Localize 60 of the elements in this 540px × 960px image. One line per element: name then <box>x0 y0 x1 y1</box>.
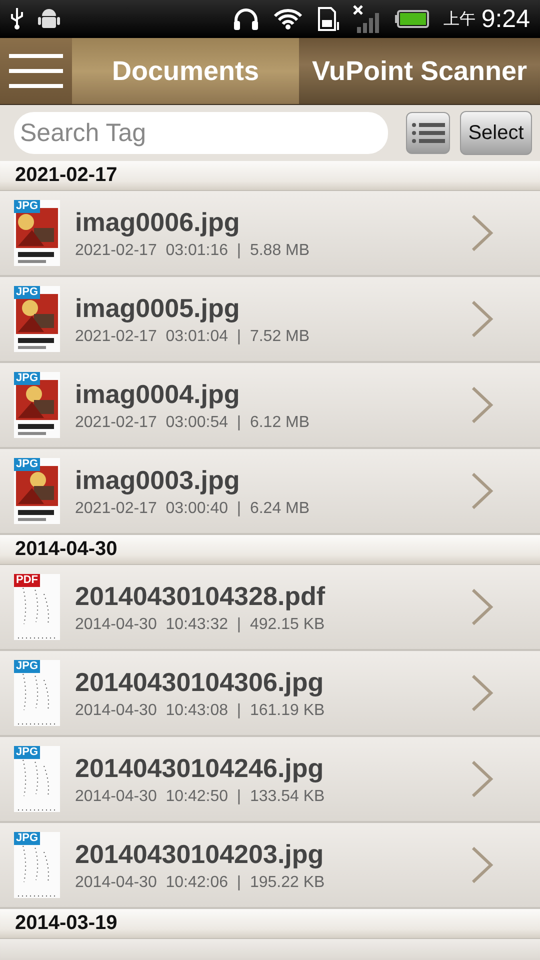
file-details: 2014-04-30 10:43:08 | 161.19 KB <box>75 702 326 720</box>
search-field[interactable]: Search Tag <box>14 112 388 154</box>
list-icon <box>411 121 445 145</box>
file-row[interactable]: JPG imag0006.jpg 2021-02-17 03:01:16 | 5.88 MB <box>0 191 540 277</box>
file-name: imag0004.jpg <box>75 378 241 410</box>
file-name: imag0006.jpg <box>75 206 241 238</box>
sim-card-icon <box>317 6 340 32</box>
file-row[interactable]: JPG imag0005.jpg 2021-02-17 03:01:04 | 7.52 MB <box>0 277 540 363</box>
file-type-badge: JPG <box>14 458 40 471</box>
menu-button[interactable] <box>0 38 72 104</box>
file-type-badge: JPG <box>14 832 40 845</box>
screen-title: Documents <box>72 38 299 104</box>
file-name: 20140430104306.jpg <box>75 666 325 698</box>
file-row[interactable]: JPG 20140430104306.jpg 2014-04-30 10:43:08 | 161.19 KB <box>0 651 540 737</box>
chevron-right-icon <box>470 300 494 338</box>
file-details: 2021-02-17 03:00:54 | 6.12 MB <box>75 414 311 432</box>
android-icon <box>38 7 60 31</box>
file-type-badge: JPG <box>14 372 40 385</box>
signal-icon <box>353 5 382 33</box>
file-type-badge: JPG <box>14 286 40 299</box>
file-details: 2021-02-17 03:00:40 | 6.24 MB <box>75 500 311 518</box>
file-row[interactable]: JPG imag0004.jpg 2021-02-17 03:00:54 | 6.12 MB <box>0 363 540 449</box>
chevron-right-icon <box>470 472 494 510</box>
file-type-badge: JPG <box>14 746 40 759</box>
battery-icon <box>395 10 430 28</box>
file-row[interactable]: JPG 20140430104246.jpg 2014-04-30 10:42:50 | 133.54 KB <box>0 737 540 823</box>
file-type-badge: JPG <box>14 660 40 673</box>
file-details: 2021-02-17 03:01:04 | 7.52 MB <box>75 328 311 346</box>
file-details: 2014-04-30 10:42:06 | 195.22 KB <box>75 874 326 892</box>
menu-icon <box>9 54 63 88</box>
file-details: 2014-04-30 10:43:32 | 492.15 KB <box>75 616 326 634</box>
file-name: imag0005.jpg <box>75 292 241 324</box>
wifi-icon <box>273 8 304 30</box>
file-details: 2021-02-17 03:01:16 | 5.88 MB <box>75 242 311 260</box>
headphones-icon <box>233 8 260 30</box>
chevron-right-icon <box>470 846 494 884</box>
select-button[interactable]: Select <box>460 111 532 155</box>
date-header: 2021-02-17 <box>0 161 540 191</box>
app-title: VuPoint Scanner <box>310 54 528 88</box>
file-row[interactable]: JPG imag0003.jpg 2021-02-17 03:00:40 | 6.24 MB <box>0 449 540 535</box>
chevron-right-icon <box>470 760 494 798</box>
list-view-button[interactable] <box>406 112 450 154</box>
date-header: 2014-03-19 <box>0 909 540 939</box>
file-row[interactable]: PDF 20140430104328.pdf 2014-04-30 10:43:32 | 492.15 KB <box>0 565 540 651</box>
file-details: 2014-04-30 10:42:50 | 133.54 KB <box>75 788 326 806</box>
date-header: 2014-04-30 <box>0 535 540 565</box>
chevron-right-icon <box>470 386 494 424</box>
clock: 9:24 <box>481 4 530 34</box>
chevron-right-icon <box>470 214 494 252</box>
usb-icon <box>10 8 24 30</box>
file-name: 20140430104246.jpg <box>75 752 325 784</box>
file-name: imag0003.jpg <box>75 464 241 496</box>
file-type-badge: PDF <box>14 574 40 587</box>
chevron-right-icon <box>470 674 494 712</box>
time-prefix: 上午 <box>443 10 476 30</box>
file-name: 20140430104203.jpg <box>75 838 325 870</box>
file-row[interactable]: JPG 20140430104203.jpg 2014-04-30 10:42:06 | 195.22 KB <box>0 823 540 909</box>
file-name: 20140430104328.pdf <box>75 580 326 612</box>
file-type-badge: JPG <box>14 200 40 213</box>
chevron-right-icon <box>470 588 494 626</box>
